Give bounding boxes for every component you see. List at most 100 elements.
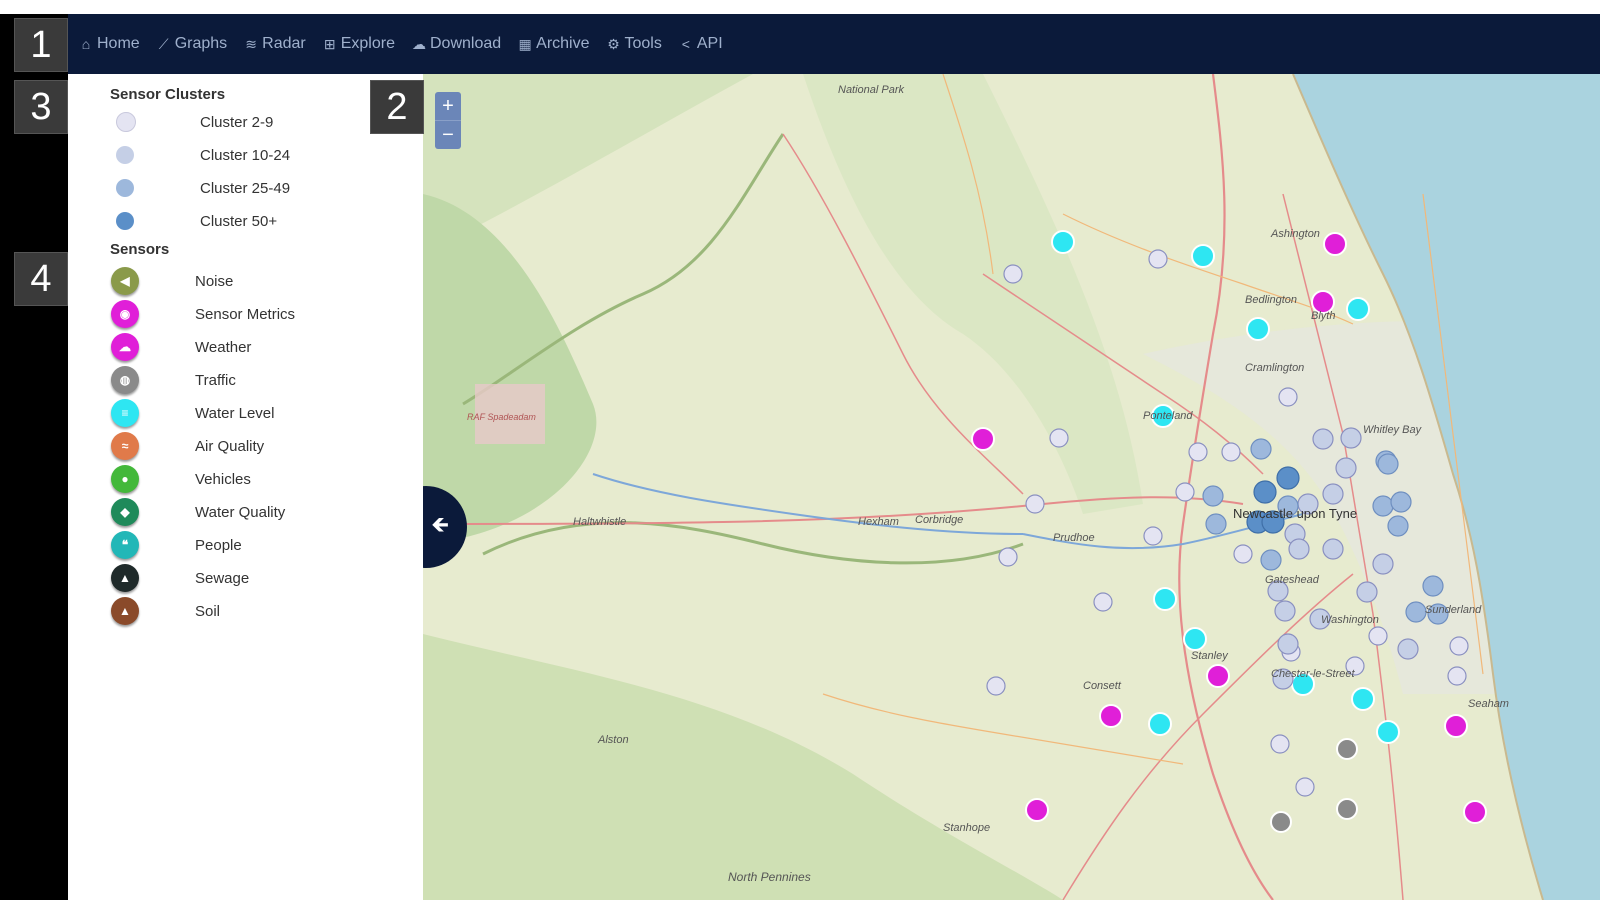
sensor-label: Weather: [195, 338, 252, 356]
map-label-bedlington: Bedlington: [1245, 294, 1297, 306]
sewage-icon: ▲: [111, 564, 139, 592]
cluster-dot-icon: [116, 146, 134, 164]
sensor-label: Soil: [195, 602, 221, 620]
map-label-washington: Washington: [1321, 614, 1379, 626]
map-label-raf-spadeadam: RAF Spadeadam: [467, 412, 536, 422]
sensor-label: Noise: [195, 272, 234, 290]
map-label-consett: Consett: [1083, 680, 1121, 692]
map-label-cramlington: Cramlington: [1245, 362, 1305, 374]
nav-explore[interactable]: ⊞ Explore: [322, 35, 395, 53]
legend-sensor-row: ≡ Water Level: [111, 399, 274, 427]
map-label-national-park: National Park: [838, 84, 905, 96]
speaker-icon: ◀: [111, 267, 139, 295]
map-label-ponteland: Ponteland: [1143, 410, 1193, 422]
map-label-prudhoe: Prudhoe: [1053, 532, 1095, 544]
sensor-label: Water Level: [195, 404, 275, 422]
annotation-badge-1: 1: [14, 18, 68, 72]
sensor-label: Sewage: [195, 569, 250, 587]
zoom-out-button[interactable]: −: [435, 120, 461, 149]
annotation-badge-2: 2: [370, 80, 424, 134]
map-label-whitley-bay: Whitley Bay: [1363, 424, 1422, 436]
cluster-label: Cluster 10-24: [200, 146, 291, 164]
map-label-stanley: Stanley: [1191, 650, 1228, 662]
legend-sensor-row: ● Vehicles: [111, 465, 251, 493]
cloud-icon: ☁: [111, 333, 139, 361]
cluster-dot-icon: [116, 112, 136, 132]
sensor-label: Vehicles: [195, 470, 251, 488]
nav-archive-label: Archive: [536, 35, 590, 52]
nav-home-label: Home: [97, 35, 140, 52]
sensor-label: Air Quality: [195, 437, 265, 455]
annotation-badge-4: 4: [14, 252, 68, 306]
nav-explore-label: Explore: [340, 35, 395, 52]
legend-cluster-row: Cluster 25-49: [116, 174, 290, 202]
nav-api-label: API: [696, 35, 723, 52]
map-label-sunderland: Sunderland: [1425, 604, 1482, 616]
nav-archive[interactable]: ▦ Archive: [517, 35, 590, 53]
zoom-control: + −: [435, 92, 461, 149]
map-label-blyth: Blyth: [1311, 310, 1336, 322]
table-icon: ▦: [518, 35, 532, 52]
cluster-label: Cluster 50+: [200, 212, 278, 230]
map-view[interactable]: National Park Newcastle upon Tyne North …: [423, 74, 1600, 900]
zoom-in-button[interactable]: +: [435, 92, 461, 120]
sensor-label: People: [195, 536, 242, 554]
map-canvas: [423, 74, 1600, 900]
wifi-icon: ≋: [245, 35, 258, 52]
gauge-icon: ◉: [111, 300, 139, 328]
legend-sensor-row: ◆ Water Quality: [111, 498, 285, 526]
annotation-badge-3: 3: [14, 80, 68, 134]
map-label-alston: Alston: [598, 734, 629, 746]
cluster-label: Cluster 25-49: [200, 179, 291, 197]
legend-sensor-row: ▲ Soil: [111, 597, 220, 625]
map-label-gateshead: Gateshead: [1265, 574, 1319, 586]
map-label-chester-le-street: Chester-le-Street: [1271, 668, 1355, 680]
vehicle-icon: ●: [111, 465, 139, 493]
map-label-corbridge: Corbridge: [915, 514, 964, 526]
legend-sensor-row: ▲ Sewage: [111, 564, 249, 592]
cluster-dot-icon: [116, 212, 134, 230]
cogs-icon: ⚙: [607, 35, 620, 52]
map-label-ashington: Ashington: [1271, 228, 1320, 240]
sensor-label: Sensor Metrics: [195, 305, 296, 323]
legend-sensor-row: ≈ Air Quality: [111, 432, 264, 460]
cluster-label: Cluster 2-9: [200, 113, 274, 131]
legend-cluster-row: Cluster 50+: [116, 207, 277, 235]
sensors-title: Sensors: [110, 241, 170, 258]
map-label-haltwhistle: Haltwhistle: [573, 516, 627, 528]
legend-sensor-row: ◀ Noise: [111, 267, 233, 295]
map-label-stanhope: Stanhope: [943, 822, 991, 834]
nav-home[interactable]: ⌂ Home: [78, 35, 140, 53]
legend-sensor-row: ◉ Sensor Metrics: [111, 300, 295, 328]
water-level-icon: ≡: [111, 399, 139, 427]
nav-graphs-label: Graphs: [174, 35, 228, 52]
legend-sensor-row: ❝ People: [111, 531, 242, 559]
nav-radar[interactable]: ≋ Radar: [243, 35, 306, 53]
home-icon: ⌂: [81, 36, 91, 52]
nav-radar-label: Radar: [262, 35, 306, 52]
nav-download[interactable]: ☁ Download: [411, 35, 501, 53]
nav-api[interactable]: < API: [678, 35, 723, 53]
clusters-title: Sensor Clusters: [110, 86, 226, 103]
legend-sidebar: Sensor Clusters Cluster 2-9 Cluster 10-2…: [68, 74, 423, 900]
droplet-icon: ◆: [111, 498, 139, 526]
main-navbar: ⌂ Home ⟋ Graphs ≋ Radar ⊞ Explore ☁ Download …: [68, 14, 1600, 74]
smoke-icon: ≈: [111, 432, 139, 460]
car-icon: ◍: [111, 366, 139, 394]
share-icon: <: [681, 36, 690, 52]
nav-download-label: Download: [429, 35, 502, 52]
map-label-north-pennines: North Pennines: [728, 870, 811, 884]
map-label-seaham: Seaham: [1468, 698, 1509, 710]
legend-sensor-row: ◍ Traffic: [111, 366, 236, 394]
map-label-hexham: Hexham: [858, 516, 899, 528]
legend-cluster-row: Cluster 10-24: [116, 141, 290, 169]
cluster-dot-icon: [116, 179, 134, 197]
arrow-left-icon: 🡸: [431, 512, 449, 537]
nav-tools[interactable]: ⚙ Tools: [606, 35, 662, 53]
left-dark-bar: [0, 14, 68, 900]
map-label-newcastle: Newcastle upon Tyne: [1233, 506, 1358, 521]
sensor-label: Traffic: [195, 371, 236, 389]
sensor-label: Water Quality: [195, 503, 286, 521]
people-icon: ❝: [111, 531, 139, 559]
nav-graphs[interactable]: ⟋ Graphs: [156, 35, 227, 53]
